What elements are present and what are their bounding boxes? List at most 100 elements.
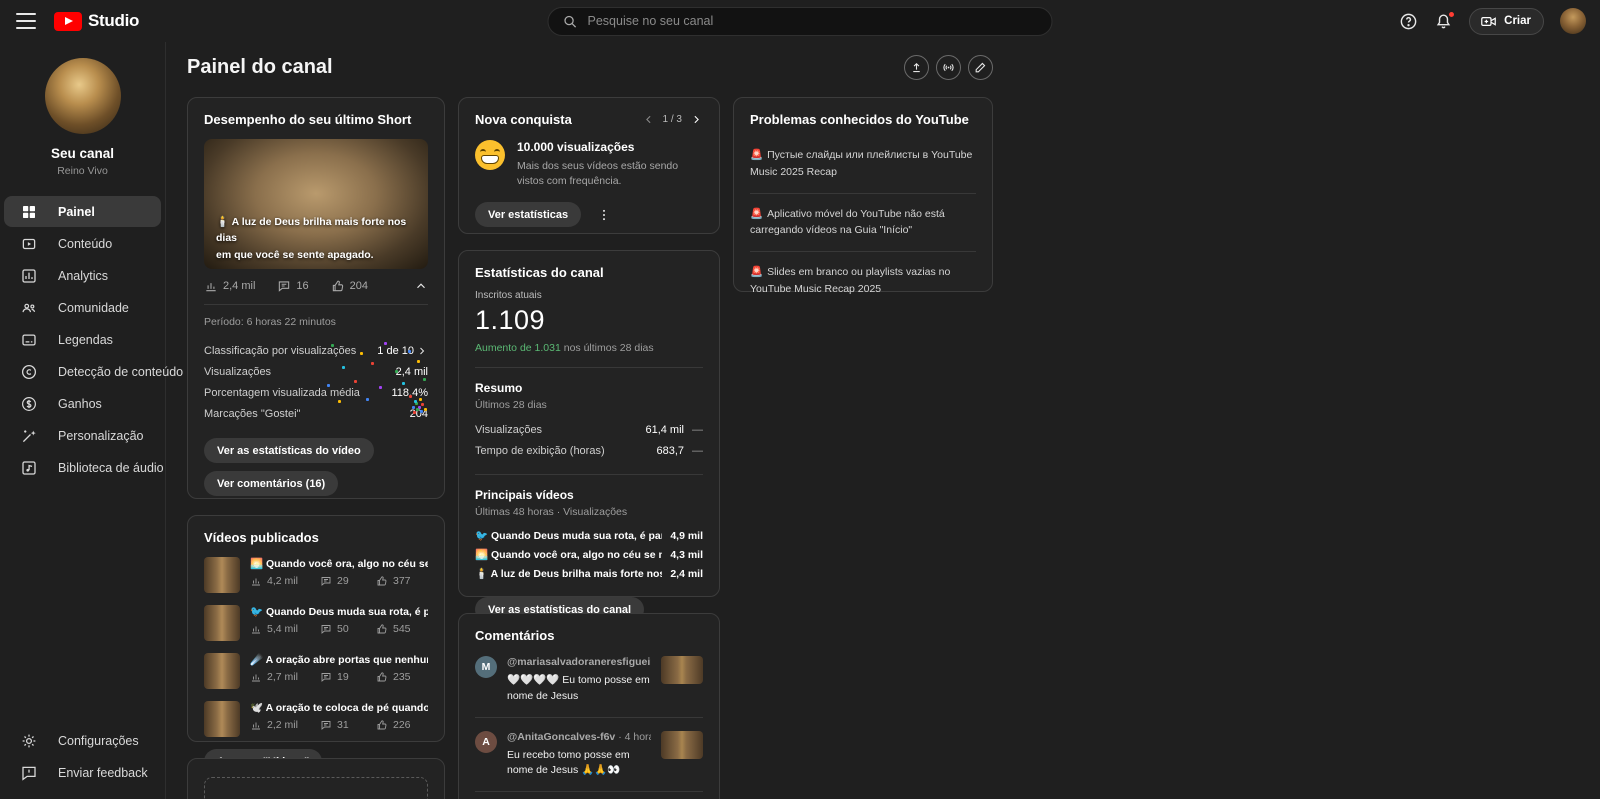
- comment-text: Eu recebo tomo posse em nome de Jesus 🙏🙏…: [507, 748, 630, 777]
- sidebar-item-painel[interactable]: Painel: [4, 196, 161, 227]
- help-icon: [1400, 13, 1417, 29]
- edit-button[interactable]: [968, 54, 993, 80]
- see-comments-button[interactable]: Ver comentários (16): [204, 471, 339, 496]
- channel-avatar[interactable]: [44, 58, 121, 134]
- top-videos-list: 🐦 Quando Deus muda sua rota, é para te s…: [475, 526, 703, 583]
- short-likes: 204: [349, 280, 369, 292]
- sidebar-item-configuracoes[interactable]: Configurações: [4, 725, 161, 756]
- pager-count: 1 / 3: [662, 114, 682, 125]
- create-button[interactable]: Criar: [1469, 7, 1544, 35]
- more-options-button[interactable]: [597, 208, 611, 222]
- menu-icon[interactable]: [16, 13, 36, 29]
- metric-row: Porcentagem visualizada média 118,4%: [204, 386, 428, 399]
- likes-icon: [377, 672, 387, 682]
- commenter-name: @AnitaGoncalves-f6v: [507, 730, 616, 743]
- pencil-icon: [975, 62, 986, 72]
- upload-dropzone[interactable]: [204, 777, 428, 799]
- top-video-row[interactable]: 🕯️ A luz de Deus brilha mais forte nos d…: [475, 564, 703, 583]
- sidebar-item-deteccao[interactable]: Detecção de conteúdo: [4, 356, 183, 387]
- see-analytics-button[interactable]: Ver estatísticas: [475, 202, 582, 228]
- top-video-row[interactable]: 🐦 Quando Deus muda sua rota, é para te s…: [475, 526, 703, 545]
- published-video-row[interactable]: 🌅 Quando você ora, algo no céu se movime…: [204, 557, 428, 593]
- feedback-icon: [22, 766, 36, 781]
- sidebar-item-feedback[interactable]: Enviar feedback: [4, 757, 161, 788]
- comments-card: Comentários M @mariasalvadoraneresfiguei…: [458, 613, 720, 799]
- views-icon: [252, 626, 260, 634]
- collapse-button[interactable]: [414, 279, 428, 293]
- sidebar-item-personalizacao[interactable]: Personalização: [4, 420, 161, 451]
- trend-flat-icon: —: [692, 423, 703, 436]
- issue-item[interactable]: 🚨 Slides em branco ou playlists vazias no…: [750, 251, 976, 310]
- metric-row: Marcações "Gostei" 204: [204, 407, 428, 420]
- published-video-row[interactable]: 🐦 Quando Deus muda sua rota, é para te s…: [204, 605, 428, 641]
- views-icon: [252, 674, 260, 682]
- top-video-row[interactable]: 🌅 Quando você ora, algo no céu se movime…: [475, 545, 703, 564]
- create-label: Criar: [1504, 15, 1531, 27]
- comments-icon: [321, 577, 331, 586]
- grin-emoji-icon: [475, 140, 505, 170]
- chevron-right-icon: [694, 115, 699, 124]
- sidebar: Seu canal Reino Vivo Painel Conteúdo Ana…: [0, 42, 183, 799]
- sidebar-item-legendas[interactable]: Legendas: [4, 324, 161, 355]
- studio-logo[interactable]: Studio: [54, 11, 139, 31]
- sidebar-item-conteudo[interactable]: Conteúdo: [4, 228, 161, 259]
- community-icon: [22, 303, 36, 312]
- upload-video-button[interactable]: [904, 54, 929, 80]
- metric-row[interactable]: Classificação por visualizações 1 de 10: [204, 340, 428, 361]
- upload-icon: [913, 62, 920, 72]
- subscribers-count: 1.109: [475, 305, 546, 335]
- topbar-actions: Criar: [1399, 0, 1586, 42]
- comments-icon: [321, 625, 331, 634]
- brand-name: Studio: [88, 11, 140, 30]
- content-icon: [22, 238, 36, 249]
- notifications-button[interactable]: [1434, 9, 1457, 31]
- analytics-icon: [22, 268, 36, 283]
- gear-icon: [22, 734, 36, 747]
- notification-badge: [1447, 9, 1457, 19]
- sidebar-item-analytics[interactable]: Analytics: [4, 260, 161, 291]
- comment-row[interactable]: M @mariasalvadoraneresfigueir... · 21...…: [475, 656, 703, 705]
- customization-icon: [22, 429, 36, 442]
- sidebar-footer: Configurações Enviar feedback: [0, 724, 165, 799]
- published-video-row[interactable]: 🕊️ A oração te coloca de pé quando a vid…: [204, 701, 428, 737]
- short-views: 2,4 mil: [223, 280, 256, 292]
- achievement-description: Mais dos seus vídeos estão sendo vistos …: [517, 160, 679, 188]
- short-period: Período: 6 horas 22 minutos: [204, 316, 336, 328]
- topbar: Studio Criar: [0, 0, 1600, 42]
- issue-item[interactable]: 🚨 Aplicativo móvel do YouTube não está ca…: [750, 192, 976, 252]
- known-issues-card: Problemas conhecidos do YouTube 🚨 Пустые …: [733, 97, 993, 295]
- search-bar[interactable]: [547, 6, 1053, 36]
- sidebar-nav: Painel Conteúdo Analytics Comunidade Leg…: [0, 191, 183, 488]
- comment-row[interactable]: A @AnitaGoncalves-f6v · 4 horas atrás Eu…: [475, 730, 703, 780]
- short-thumbnail[interactable]: 🕯️ A luz de Deus brilha mais forte nos d…: [204, 139, 428, 269]
- commenter-name: @mariasalvadoraneresfigueir...: [507, 656, 651, 668]
- pager-next-button[interactable]: [690, 113, 703, 126]
- search-input[interactable]: [587, 14, 1038, 28]
- comment-video-thumbnail: [661, 730, 703, 759]
- commenter-avatar: A: [475, 730, 497, 753]
- channel-handle: Reino Vivo: [57, 165, 108, 177]
- go-live-button[interactable]: [936, 54, 961, 80]
- page-title: Painel do canal: [187, 55, 333, 78]
- dashboard-icon: [23, 205, 35, 218]
- sidebar-item-biblioteca[interactable]: Biblioteca de áudio: [4, 452, 164, 483]
- published-video-row[interactable]: ☄️ A oração abre portas que nenhum esfor…: [204, 653, 428, 689]
- achievement-pager: 1 / 3: [642, 113, 703, 126]
- comments-icon: [321, 673, 331, 682]
- comment-time: · 4 horas atrás: [618, 730, 651, 743]
- account-avatar[interactable]: [1560, 8, 1586, 34]
- video-analytics-button[interactable]: Ver as estatísticas do vídeo: [204, 438, 374, 463]
- sidebar-item-ganhos[interactable]: Ganhos: [4, 388, 161, 419]
- summary-row: Tempo de exibição (horas) 683,7—: [475, 444, 703, 457]
- pager-prev-button[interactable]: [642, 113, 655, 126]
- comments-icon: [321, 721, 331, 730]
- help-button[interactable]: [1399, 12, 1418, 31]
- channel-stats-title: Estatísticas do canal: [475, 265, 604, 280]
- likes-icon: [377, 624, 387, 634]
- channel-stats-card: Estatísticas do canal Inscritos atuais 1…: [458, 250, 720, 622]
- sidebar-item-comunidade[interactable]: Comunidade: [4, 292, 161, 323]
- video-thumbnail: [204, 653, 240, 689]
- known-issues-title: Problemas conhecidos do YouTube: [750, 112, 969, 127]
- issue-item[interactable]: 🚨 Пустые слайды или плейлисты в YouTube M…: [750, 135, 976, 193]
- short-comments: 16: [296, 280, 309, 292]
